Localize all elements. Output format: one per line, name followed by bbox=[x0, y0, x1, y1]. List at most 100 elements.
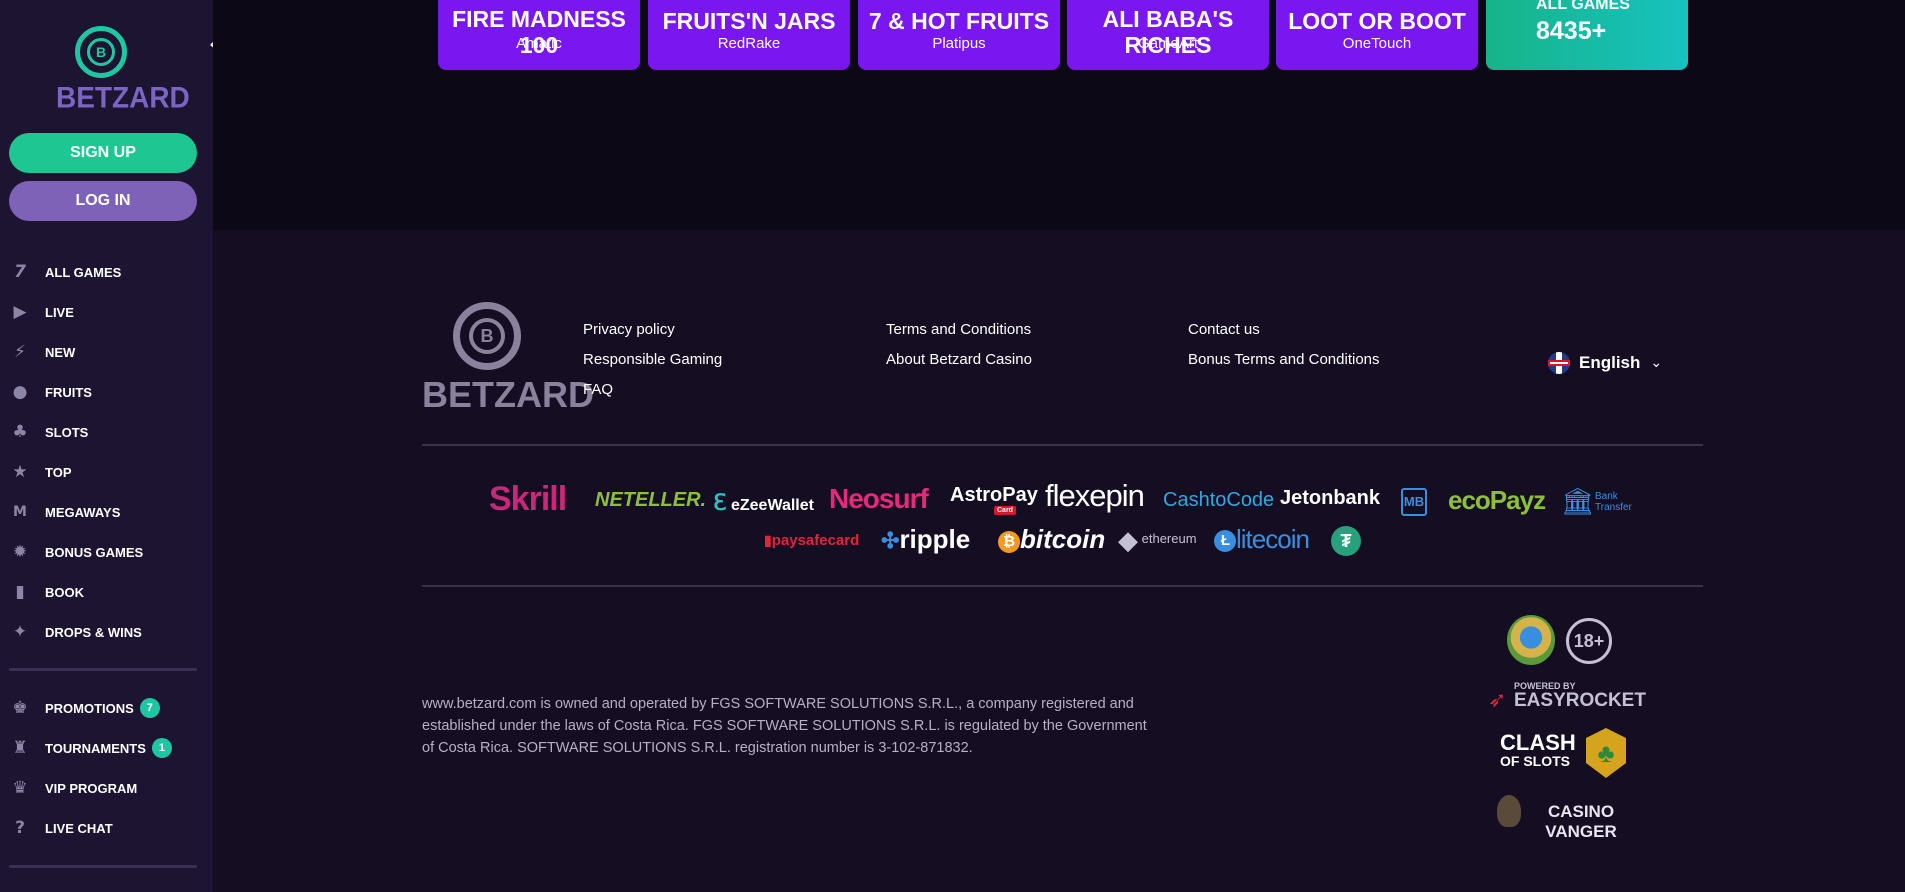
about-link[interactable]: About Betzard Casino bbox=[886, 351, 1032, 368]
nav-item-label: TOURNAMENTS 1 bbox=[45, 737, 172, 758]
multibanco-logo: MB bbox=[1401, 488, 1427, 516]
lightning-icon: ⚡ bbox=[14, 342, 26, 362]
promotions-count-badge: 7 bbox=[139, 697, 160, 718]
sidebar-divider bbox=[9, 865, 197, 868]
tournaments-count-badge: 1 bbox=[151, 737, 172, 758]
star-icon: ★ bbox=[12, 462, 28, 482]
footer-divider bbox=[422, 444, 1703, 446]
neteller-logo: NETELLER. bbox=[595, 489, 707, 511]
sidebar: B BETZARD ‹ SIGN UP LOG IN 7 ALL GAMES ▶… bbox=[0, 0, 217, 892]
bank-transfer-logo: 🏛 Bank Transfer bbox=[1561, 486, 1632, 516]
clover-icon: ♣ bbox=[1586, 728, 1626, 778]
game-title: FIRE MADNESS bbox=[452, 6, 626, 32]
ezeewallet-logo: ℇ eZeeWallet bbox=[713, 490, 814, 515]
nav-item-all-games[interactable]: 7 ALL GAMES bbox=[0, 257, 200, 287]
nav-item-label: BOOK bbox=[45, 585, 84, 600]
bonus-terms-link[interactable]: Bonus Terms and Conditions bbox=[1188, 351, 1380, 368]
drops-icon: ✦ bbox=[12, 622, 28, 642]
game-provider: Platipus bbox=[932, 35, 986, 52]
litecoin-icon: Ł bbox=[1214, 530, 1236, 552]
logo-icon: B bbox=[453, 302, 521, 370]
trophy-icon: ♜ bbox=[12, 738, 28, 758]
neosurf-logo: Neosurf bbox=[829, 483, 929, 514]
privacy-policy-link[interactable]: Privacy policy bbox=[583, 321, 675, 338]
game-title: ALI BABA'S bbox=[1102, 6, 1234, 32]
responsible-gaming-link[interactable]: Responsible Gaming bbox=[583, 351, 722, 368]
contact-link[interactable]: Contact us bbox=[1188, 321, 1260, 338]
nav-item-live[interactable]: ▶ LIVE bbox=[0, 297, 200, 327]
age-18-plus-badge: 18+ bbox=[1566, 618, 1612, 664]
bank-icon: 🏛 bbox=[1561, 486, 1595, 516]
vanger-mascot-icon bbox=[1497, 795, 1521, 827]
nav-item-label: TOP bbox=[45, 465, 72, 480]
sign-up-button[interactable]: SIGN UP bbox=[9, 133, 197, 173]
promotions-icon: ♚ bbox=[12, 698, 28, 718]
language-selector[interactable]: English ⌄ bbox=[1548, 352, 1662, 374]
bitcoin-icon: ₿ bbox=[998, 531, 1020, 553]
ethereum-logo: ◆ ethereum bbox=[1118, 525, 1197, 555]
game-title: LOOT OR BOOT bbox=[1288, 8, 1466, 34]
terms-link[interactable]: Terms and Conditions bbox=[886, 321, 1031, 338]
astropay-logo: AstroPay Card bbox=[950, 484, 1038, 515]
skrill-logo: Skrill bbox=[489, 480, 567, 518]
seven-icon: 7 bbox=[14, 262, 26, 282]
nav-item-top[interactable]: ★ TOP bbox=[0, 457, 200, 487]
all-games-label: ALL GAMES bbox=[1536, 0, 1630, 13]
footer-brand-logo: B BETZARD bbox=[422, 302, 594, 416]
nav-item-label: BONUS GAMES bbox=[45, 545, 144, 560]
footer-brand-name: BETZARD bbox=[422, 374, 594, 415]
nav-item-tournaments[interactable]: ♜ TOURNAMENTS 1 bbox=[0, 733, 200, 763]
all-games-count: 8435+ bbox=[1536, 17, 1607, 45]
nav-item-drops-wins[interactable]: ✦ DROPS & WINS bbox=[0, 617, 200, 647]
language-label: English bbox=[1579, 353, 1641, 372]
game-provider: RedRake bbox=[717, 35, 781, 52]
nav-item-label: LIVE bbox=[45, 305, 74, 320]
jetonbank-logo: Jetonbank bbox=[1280, 487, 1381, 509]
litecoin-logo: Łlitecoin bbox=[1214, 524, 1310, 555]
uk-flag-icon bbox=[1548, 352, 1570, 374]
game-card[interactable]: 7 & HOT FRUITS Platipus bbox=[858, 0, 1060, 70]
nav-item-label: VIP PROGRAM bbox=[45, 781, 138, 796]
nav-item-label: MEGAWAYS bbox=[45, 505, 121, 520]
nav-item-new[interactable]: ⚡ NEW bbox=[0, 337, 200, 367]
paysafecard-logo: ▮paysafecard bbox=[764, 532, 860, 549]
brand-logo[interactable]: B BETZARD bbox=[56, 26, 190, 114]
bitcoin-logo: ₿ bitcoin bbox=[998, 524, 1105, 555]
book-icon: ▮ bbox=[15, 582, 25, 602]
nav-item-megaways[interactable]: M MEGAWAYS bbox=[0, 497, 200, 527]
costa-rica-seal-logo bbox=[1507, 615, 1555, 665]
game-title: FRUITS'N JARS bbox=[662, 8, 836, 34]
ecopayz-logo: ecoPayz bbox=[1448, 485, 1546, 515]
sidebar-divider bbox=[9, 668, 197, 671]
game-card[interactable]: LOOT OR BOOT OneTouch bbox=[1276, 0, 1478, 70]
nav-item-live-chat[interactable]: ? LIVE CHAT bbox=[0, 813, 200, 843]
log-in-button[interactable]: LOG IN bbox=[9, 181, 197, 221]
clash-of-slots-logo: CLASH OF SLOTS ♣ bbox=[1497, 728, 1637, 782]
chevron-down-icon: ⌄ bbox=[1650, 355, 1663, 371]
game-title: 7 & HOT FRUITS bbox=[868, 8, 1050, 34]
ethereum-icon: ◆ bbox=[1118, 525, 1138, 555]
game-card[interactable]: FRUITS'N JARS RedRake bbox=[648, 0, 850, 70]
nav-item-vip-program[interactable]: ♛ VIP PROGRAM bbox=[0, 773, 200, 803]
faq-link[interactable]: FAQ bbox=[583, 381, 613, 398]
vip-icon: ♛ bbox=[12, 778, 28, 798]
nav-item-label: ALL GAMES bbox=[45, 265, 122, 280]
nav-item-slots[interactable]: ♣ SLOTS bbox=[0, 417, 200, 447]
cherries-icon: ♣ bbox=[12, 422, 28, 442]
nav-item-fruits[interactable]: ● FRUITS bbox=[0, 377, 200, 407]
nav-item-bonus-games[interactable]: ✹ BONUS GAMES bbox=[0, 537, 200, 567]
logo-icon: B bbox=[75, 26, 127, 78]
nav-item-book[interactable]: ▮ BOOK bbox=[0, 577, 200, 607]
game-card[interactable]: FIRE MADNESS 100 Amatic bbox=[438, 0, 640, 70]
nav-item-label: NEW bbox=[45, 345, 76, 360]
ripple-logo: ✣ripple bbox=[881, 524, 971, 554]
all-games-card[interactable]: ALL GAMES 8435+ bbox=[1486, 0, 1688, 70]
cashtocode-logo: CashtoCode bbox=[1163, 489, 1275, 511]
fruit-icon: ● bbox=[12, 382, 28, 402]
nav-item-promotions[interactable]: ♚ PROMOTIONS 7 bbox=[0, 693, 200, 723]
game-provider: Amatic bbox=[516, 35, 562, 52]
nav-item-label: SLOTS bbox=[45, 425, 89, 440]
bonus-icon: ✹ bbox=[12, 542, 28, 562]
game-card[interactable]: ALI BABA'S RICHES GameArt bbox=[1067, 0, 1269, 70]
game-provider: GameArt bbox=[1137, 35, 1198, 52]
